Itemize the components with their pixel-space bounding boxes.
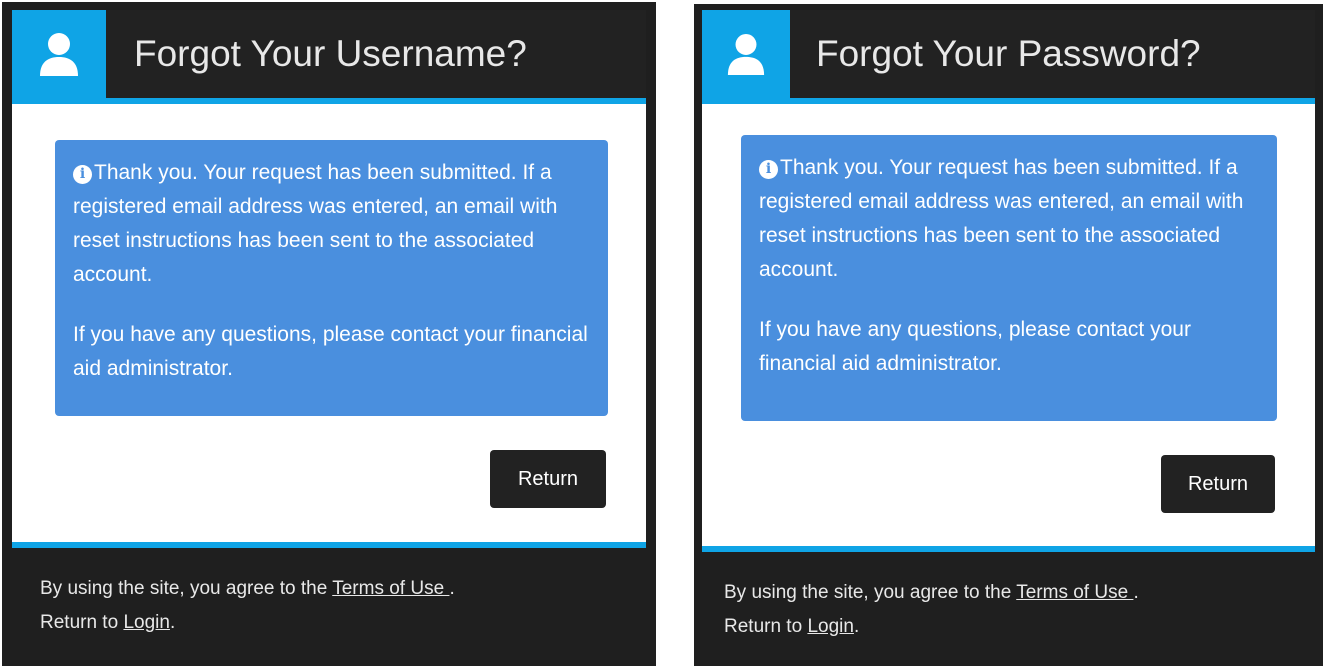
panel-footer: By using the site, you agree to the Term… xyxy=(40,572,455,640)
user-icon xyxy=(40,33,78,76)
terms-line: By using the site, you agree to the Term… xyxy=(40,578,455,599)
user-icon-box xyxy=(12,10,106,98)
footer-accent-bar xyxy=(12,542,646,548)
terms-line: By using the site, you agree to the Term… xyxy=(724,582,1139,603)
panel-footer: By using the site, you agree to the Term… xyxy=(724,576,1139,644)
return-line: Return to Login. xyxy=(40,612,176,633)
terms-of-use-link[interactable]: Terms of Use xyxy=(1016,582,1133,603)
page-title: Forgot Your Password? xyxy=(816,33,1201,74)
alert-message-1: i Thank you. Your request has been submit… xyxy=(73,161,558,286)
return-line: Return to Login. xyxy=(724,616,860,637)
info-alert: i Thank you. Your request has been submit… xyxy=(741,135,1277,421)
alert-message-2: If you have any questions, please contac… xyxy=(759,318,1191,375)
terms-of-use-link[interactable]: Terms of Use xyxy=(332,578,449,599)
return-button[interactable]: Return xyxy=(1161,455,1275,513)
panel-body: i Thank you. Your request has been submit… xyxy=(702,104,1315,546)
info-alert: i Thank you. Your request has been submit… xyxy=(55,140,608,416)
alert-message-2: If you have any questions, please contac… xyxy=(73,323,588,380)
panel-header: Forgot Your Password? xyxy=(702,10,1315,98)
user-icon xyxy=(727,34,765,75)
return-button[interactable]: Return xyxy=(490,450,606,508)
forgot-password-panel: Forgot Your Password? i Thank you. Your r… xyxy=(694,4,1323,666)
panel-header: Forgot Your Username? xyxy=(12,10,646,98)
login-link[interactable]: Login xyxy=(807,616,854,637)
forgot-username-panel: Forgot Your Username? i Thank you. Your r… xyxy=(2,2,656,666)
footer-accent-bar xyxy=(702,546,1315,552)
login-link[interactable]: Login xyxy=(123,612,170,633)
panel-body: i Thank you. Your request has been submit… xyxy=(12,104,646,542)
alert-message-1: i Thank you. Your request has been submit… xyxy=(759,156,1244,281)
page-title: Forgot Your Username? xyxy=(134,33,527,74)
info-icon: i xyxy=(73,165,92,184)
user-icon-box xyxy=(702,10,790,98)
info-icon: i xyxy=(759,160,778,179)
